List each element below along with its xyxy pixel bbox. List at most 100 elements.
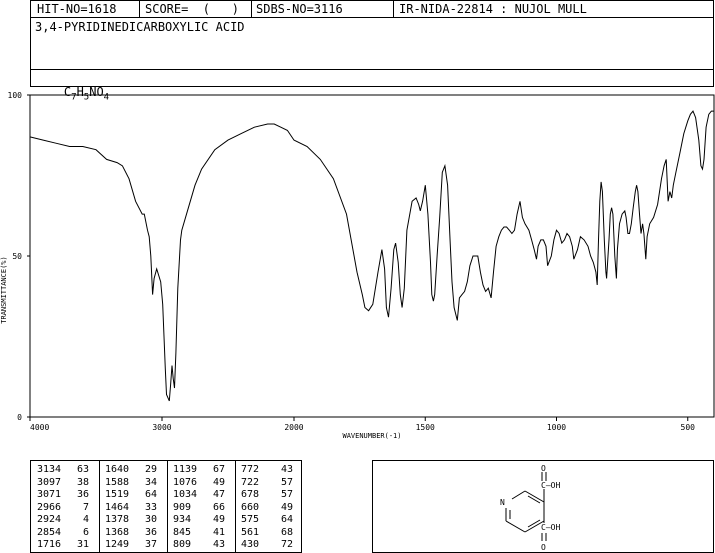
peak-table-row: 772 43 (241, 464, 293, 475)
peak-transmittance: 6 (82, 526, 89, 538)
peak-table-row: 809 43 (173, 539, 225, 550)
peak-transmittance: 43 (212, 539, 225, 550)
structure-box: O C—OH N C—OH O (372, 460, 714, 553)
peak-transmittance: 49 (280, 501, 293, 513)
ir-info-label: IR-NIDA-22814 : NUJOL MULL (399, 2, 587, 16)
peak-transmittance: 29 (144, 464, 157, 475)
peak-table-row: 430 72 (241, 539, 293, 550)
peak-wavenumber: 3071 (37, 489, 62, 500)
peak-table-column-divider (99, 461, 100, 552)
sdbs-no-label: SDBS-NO=3116 (256, 2, 343, 16)
peak-table-row: 3097 38 (37, 477, 89, 488)
peak-table-row: 1640 29 (105, 464, 157, 475)
peak-table-row: 3134 63 (37, 464, 89, 475)
peak-wavenumber: 575 (241, 514, 260, 525)
plot-frame (29, 94, 715, 418)
peak-table-row: 845 41 (173, 527, 225, 538)
cooh-top-label: C—OH (541, 481, 560, 490)
x-tick-label: 500 (681, 423, 696, 432)
peak-wavenumber: 2854 (37, 526, 62, 538)
peak-transmittance: 49 (212, 476, 225, 488)
peak-wavenumber: 1519 (105, 489, 130, 500)
peak-transmittance: 49 (212, 514, 225, 525)
peak-wavenumber: 1378 (105, 514, 130, 525)
ring-double-bond (527, 495, 541, 504)
peak-wavenumber: 3134 (37, 464, 62, 475)
peak-transmittance: 64 (280, 514, 293, 525)
peak-transmittance: 43 (280, 464, 293, 475)
peak-transmittance: 41 (212, 526, 225, 538)
header-divider (393, 1, 394, 18)
peak-transmittance: 38 (76, 476, 89, 488)
peak-wavenumber: 722 (241, 476, 260, 488)
peak-table-row: 1716 31 (37, 539, 89, 550)
peak-transmittance: 4 (82, 514, 89, 525)
x-tick-label: 2000 (284, 423, 303, 432)
y-axis-ticks: 0 50 100 (8, 91, 30, 422)
x-axis-ticks: 4000 3000 2000 1500 1000 500 (29, 417, 696, 432)
compound-divider (31, 69, 713, 70)
peak-wavenumber: 1076 (173, 476, 198, 488)
y-tick-label: 0 (17, 413, 22, 422)
y-axis-label: TRANSMITTANCE(%) (0, 256, 8, 323)
peak-transmittance: 37 (144, 539, 157, 550)
peak-table-row: 1368 36 (105, 527, 157, 538)
peak-table-row: 1378 30 (105, 514, 157, 525)
peak-wavenumber: 3097 (37, 476, 62, 488)
peak-wavenumber: 1640 (105, 464, 130, 475)
peak-transmittance: 66 (212, 501, 225, 513)
peak-wavenumber: 1464 (105, 501, 130, 513)
hit-no-label: HIT-NO=1618 (37, 2, 117, 16)
peak-table: 3134 63 3097 38 3071 36 2966 7 2924 4 2854 6 1716 31 1… (30, 460, 302, 553)
peak-wavenumber: 1588 (105, 476, 130, 488)
peak-table-row: 575 64 (241, 514, 293, 525)
peak-wavenumber: 2924 (37, 514, 62, 525)
compound-box: 3,4-PYRIDINEDICARBOXYLIC ACID C7H5NO4 (30, 17, 714, 102)
cooh-bottom-label: C—OH (541, 523, 560, 532)
peak-wavenumber: 678 (241, 489, 260, 500)
peak-table-row: 1464 33 (105, 502, 157, 513)
peak-wavenumber: 561 (241, 526, 260, 538)
peak-wavenumber: 1716 (37, 539, 62, 550)
peak-transmittance: 30 (144, 514, 157, 525)
peak-transmittance: 64 (144, 489, 157, 500)
peak-table-column-divider (167, 461, 168, 552)
oxygen-bottom-label: O (541, 543, 546, 552)
molecular-structure: O C—OH N C—OH O (500, 464, 560, 552)
ring-bond (505, 520, 526, 533)
ring-bond (511, 490, 526, 500)
peak-table-row: 561 68 (241, 527, 293, 538)
peak-transmittance: 36 (76, 489, 89, 500)
peak-transmittance: 72 (280, 539, 293, 550)
peak-table-row: 660 49 (241, 502, 293, 513)
peak-wavenumber: 1249 (105, 539, 130, 550)
peak-transmittance: 57 (280, 489, 293, 500)
peak-table-row: 2854 6 (37, 527, 89, 538)
peak-table-row: 1588 34 (105, 477, 157, 488)
x-tick-label: 4000 (30, 423, 49, 432)
x-tick-label: 3000 (152, 423, 171, 432)
nitrogen-label: N (500, 498, 505, 507)
peak-transmittance: 31 (76, 539, 89, 550)
header-divider (139, 1, 140, 18)
peak-table-row: 1076 49 (173, 477, 225, 488)
peak-table-row: 2924 4 (37, 514, 89, 525)
peak-table-row: 1519 64 (105, 489, 157, 500)
peak-transmittance: 63 (76, 464, 89, 475)
peak-wavenumber: 934 (173, 514, 192, 525)
peak-transmittance: 36 (144, 526, 157, 538)
y-tick-label: 50 (12, 252, 22, 261)
peak-wavenumber: 809 (173, 539, 192, 550)
peak-wavenumber: 909 (173, 501, 192, 513)
peak-transmittance: 57 (280, 476, 293, 488)
peak-table-row: 2966 7 (37, 502, 89, 513)
peak-wavenumber: 1139 (173, 464, 198, 475)
peak-wavenumber: 772 (241, 464, 260, 475)
peak-transmittance: 68 (280, 526, 293, 538)
peak-table-column-divider (235, 461, 236, 552)
peak-table-row: 1249 37 (105, 539, 157, 550)
peak-table-row: 678 57 (241, 489, 293, 500)
peak-transmittance: 34 (144, 476, 157, 488)
oxygen-top-label: O (541, 464, 546, 473)
peak-wavenumber: 2966 (37, 501, 62, 513)
